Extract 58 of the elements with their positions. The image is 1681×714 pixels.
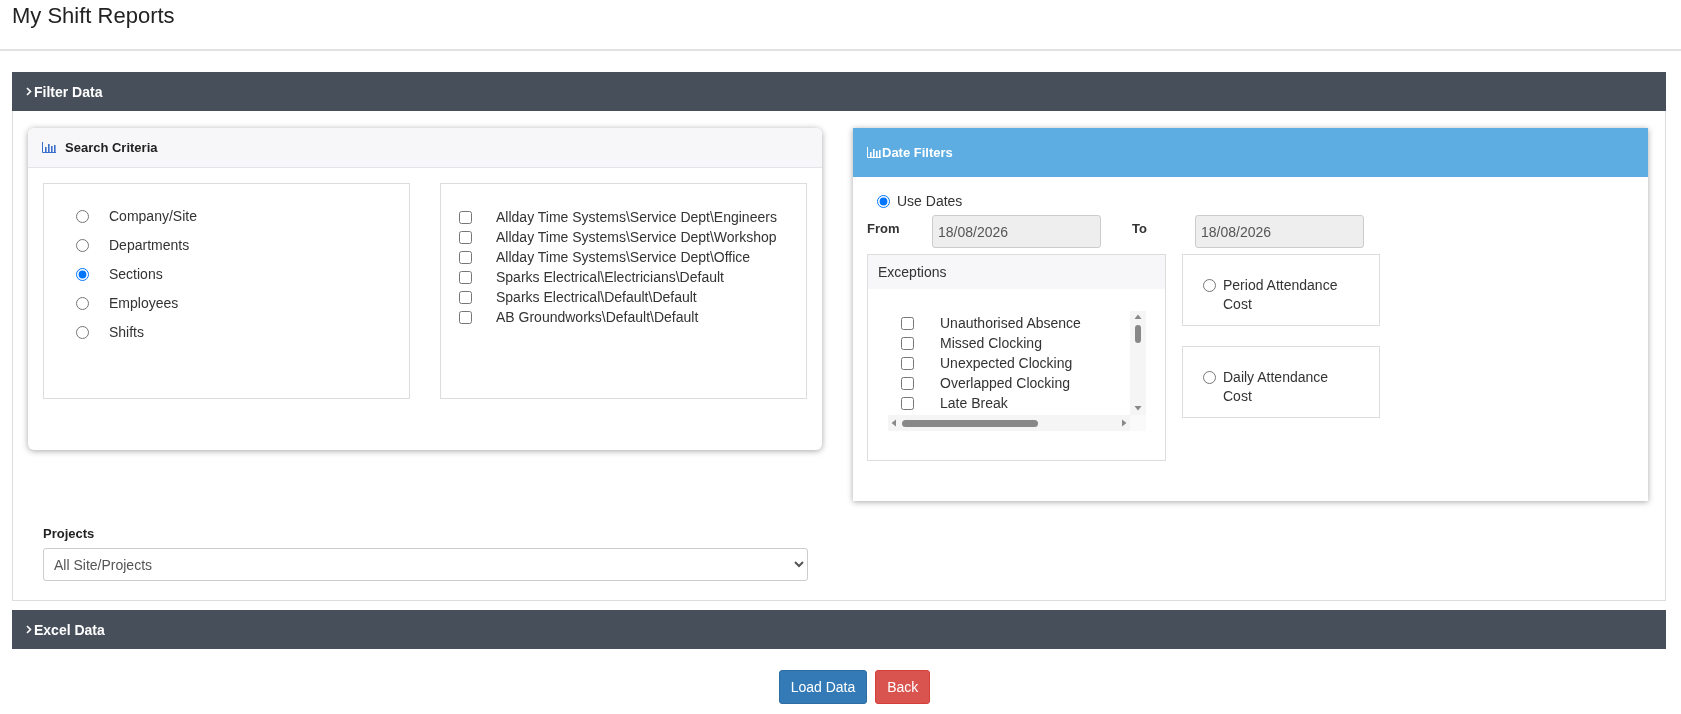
- radio-label[interactable]: Shifts: [109, 324, 144, 340]
- checkbox[interactable]: [459, 250, 472, 264]
- checkbox[interactable]: [901, 316, 914, 330]
- checkbox[interactable]: [459, 230, 472, 244]
- checkbox-label[interactable]: AB Groundworks\Default\Default: [496, 309, 699, 325]
- checkbox[interactable]: [459, 270, 472, 284]
- checkbox[interactable]: [459, 310, 472, 324]
- checkbox-label[interactable]: Late Break: [940, 395, 1008, 411]
- action-button[interactable]: Back: [875, 670, 931, 704]
- from-date-field[interactable]: 18/08/2026: [932, 215, 1101, 248]
- checkbox[interactable]: [459, 210, 472, 224]
- radio-button[interactable]: [76, 325, 89, 339]
- to-label: To: [1132, 220, 1148, 236]
- checkbox[interactable]: [901, 336, 914, 350]
- radio-button[interactable]: [76, 238, 89, 252]
- from-label: From: [867, 220, 901, 236]
- checkbox-label[interactable]: Sparks Electrical\Electricians\Default: [496, 269, 724, 285]
- checkbox-label[interactable]: Sparks Electrical\Default\Default: [496, 289, 697, 305]
- checkbox-label[interactable]: Overlapped Clocking: [940, 375, 1070, 391]
- section-header[interactable]: Filter Data: [12, 72, 1666, 111]
- radio-label[interactable]: Company/Site: [109, 208, 197, 224]
- bar-chart-icon: [42, 142, 56, 153]
- checkbox-label[interactable]: Allday Time Systems\Service Dept\Office: [496, 249, 751, 265]
- chevron-icon[interactable]: [26, 625, 32, 634]
- checkbox-label[interactable]: Allday Time Systems\Service Dept\Workshop: [496, 229, 777, 245]
- panel-header: Exceptions: [868, 255, 1165, 289]
- action-button[interactable]: Load Data: [778, 670, 868, 704]
- radio-button[interactable]: [1203, 371, 1216, 384]
- page-title: My Shift Reports: [12, 3, 175, 29]
- checkbox-label[interactable]: Allday Time Systems\Service Dept\Engineers: [496, 209, 777, 225]
- checkbox[interactable]: [459, 290, 472, 304]
- radio-button[interactable]: [1203, 279, 1216, 292]
- to-date-field[interactable]: 18/08/2026: [1195, 215, 1364, 248]
- checkbox[interactable]: [901, 356, 914, 370]
- radio-label[interactable]: Period Attendance Cost: [1223, 276, 1343, 314]
- section-title: Filter Data: [34, 83, 103, 100]
- section-title: Excel Data: [34, 621, 105, 638]
- radio-label[interactable]: Employees: [109, 295, 179, 311]
- checkbox[interactable]: [901, 376, 914, 390]
- card-title: Search Criteria: [65, 140, 158, 155]
- projects-label: Projects: [43, 526, 96, 541]
- radio-label[interactable]: Departments: [109, 237, 190, 253]
- radio-label[interactable]: Daily Attendance Cost: [1223, 368, 1343, 406]
- checkbox-label[interactable]: Unexpected Clocking: [940, 355, 1073, 371]
- bar-chart-icon: [867, 147, 881, 158]
- radio-label[interactable]: Use Dates: [897, 193, 963, 209]
- checkbox[interactable]: [901, 396, 914, 410]
- chevron-icon[interactable]: [26, 87, 32, 96]
- radio-label[interactable]: Sections: [109, 266, 163, 282]
- card-title: Date Filters: [882, 145, 953, 160]
- radio-button[interactable]: [877, 194, 890, 208]
- radio-button[interactable]: [76, 267, 89, 281]
- checkbox-label[interactable]: Missed Clocking: [940, 335, 1042, 351]
- checkbox-label[interactable]: Unauthorised Absence: [940, 315, 1081, 331]
- radio-button[interactable]: [76, 209, 89, 223]
- section-header[interactable]: Excel Data: [12, 610, 1666, 649]
- radio-button[interactable]: [76, 296, 89, 310]
- projects-dropdown[interactable]: All Site/Projects: [43, 548, 808, 581]
